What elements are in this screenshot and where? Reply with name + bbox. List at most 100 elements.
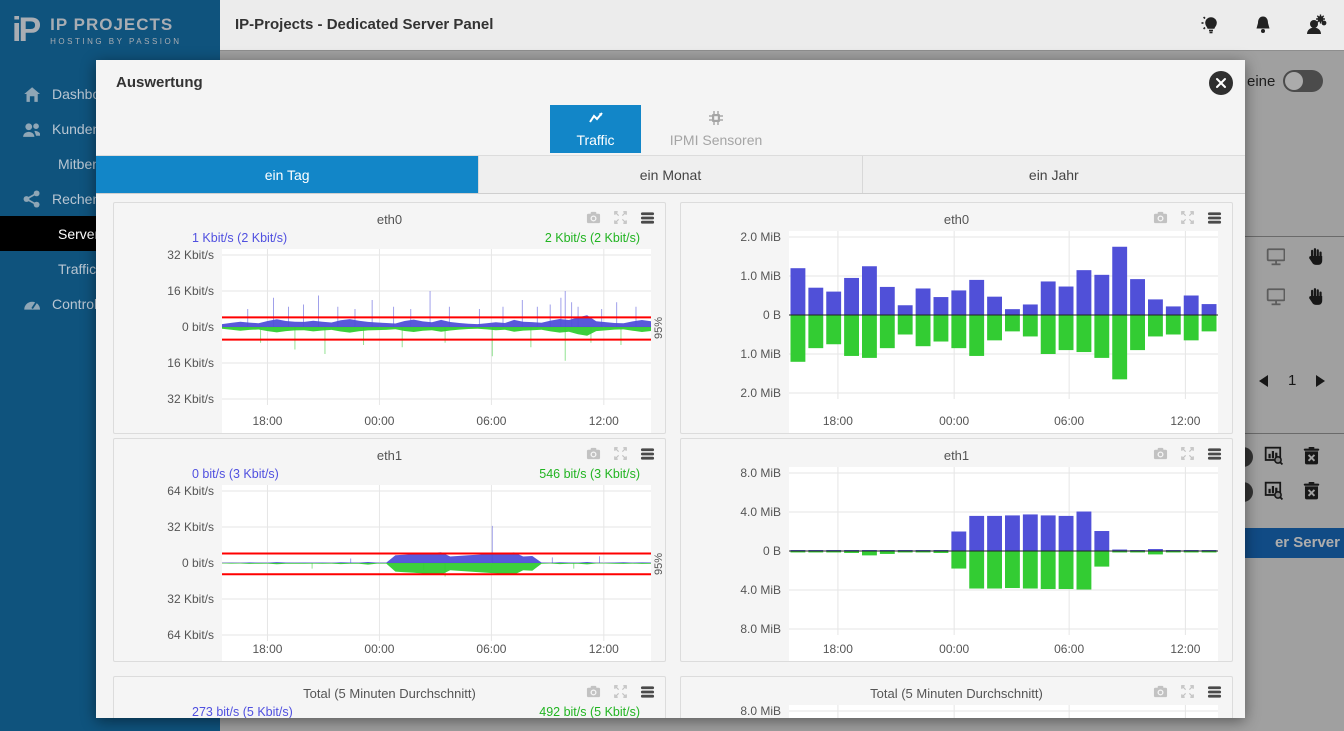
- svg-text:1.0 MiB: 1.0 MiB: [740, 347, 781, 361]
- chart-card-1: eth0 2.0 MiB1.0 MiB0 B1.0 MiB2.0 MiB18:0…: [680, 202, 1233, 434]
- camera-icon[interactable]: [586, 684, 601, 704]
- notifications-bell-icon[interactable]: [1252, 14, 1274, 36]
- svg-text:2.0 MiB: 2.0 MiB: [740, 231, 781, 244]
- menu-icon[interactable]: [640, 210, 655, 230]
- camera-icon[interactable]: [586, 446, 601, 466]
- camera-icon[interactable]: [586, 210, 601, 230]
- expand-icon[interactable]: [613, 446, 628, 466]
- period-tab-label: ein Jahr: [1029, 167, 1079, 183]
- outbound-label: 546 bit/s (3 Kbit/s): [539, 467, 640, 481]
- svg-text:32 Kbit/s: 32 Kbit/s: [167, 249, 214, 262]
- svg-text:06:00: 06:00: [1054, 642, 1084, 656]
- svg-text:2.0 MiB: 2.0 MiB: [740, 386, 781, 400]
- svg-text:8.0 MiB: 8.0 MiB: [740, 467, 781, 480]
- chart-header: eth0: [114, 203, 665, 231]
- chart-header: eth0: [681, 203, 1232, 231]
- chart-card-2: eth1 0 bit/s (3 Kbit/s) 546 bit/s (3 Kbi…: [113, 438, 666, 662]
- svg-text:12:00: 12:00: [1170, 414, 1200, 428]
- inbound-label: 273 bit/s (5 Kbit/s): [192, 705, 293, 718]
- tab-label: Traffic: [576, 132, 614, 148]
- svg-text:18:00: 18:00: [823, 414, 853, 428]
- svg-text:06:00: 06:00: [476, 414, 506, 428]
- svg-text:4.0 MiB: 4.0 MiB: [740, 505, 781, 519]
- period-tab-ein-Monat[interactable]: ein Monat: [479, 156, 862, 193]
- inbound-label: 0 bit/s (3 Kbit/s): [192, 467, 279, 481]
- svg-text:8.0 MiB: 8.0 MiB: [740, 705, 781, 718]
- tab-label: IPMI Sensoren: [670, 132, 763, 148]
- period-tab-ein-Jahr[interactable]: ein Jahr: [863, 156, 1245, 193]
- tab-traffic[interactable]: Traffic: [550, 105, 641, 153]
- chart-plot[interactable]: 32 Kbit/s 16 Kbit/s 0 bit/s 16 Kbit/s 32 Kbi…: [114, 249, 665, 433]
- chart-header: eth1: [114, 439, 665, 467]
- chart-card-5: Total (5 Minuten Durchschnitt) 8.0 MiB4.…: [680, 676, 1233, 718]
- svg-text:06:00: 06:00: [476, 642, 506, 656]
- chart-plot[interactable]: 2.0 MiB1.0 MiB0 B1.0 MiB2.0 MiB18:0000:0…: [681, 231, 1232, 433]
- svg-text:0 bit/s: 0 bit/s: [182, 556, 214, 570]
- chart-title: eth1: [681, 448, 1232, 463]
- svg-text:12:00: 12:00: [589, 414, 619, 428]
- chart-header: eth1: [681, 439, 1232, 467]
- chart-plot[interactable]: 64 Kbit/s32 Kbit/s0 bit/s32 Kbit/s64 Kbi…: [114, 485, 665, 661]
- outbound-label: 492 bit/s (5 Kbit/s): [539, 705, 640, 718]
- camera-icon[interactable]: [1153, 684, 1168, 704]
- chart-title: Total (5 Minuten Durchschnitt): [114, 686, 665, 701]
- menu-icon[interactable]: [640, 446, 655, 466]
- line-chart-icon: [588, 110, 604, 129]
- svg-text:00:00: 00:00: [364, 414, 394, 428]
- sidebar-item-label: Server: [58, 226, 99, 242]
- svg-text:12:00: 12:00: [1170, 642, 1200, 656]
- logo-mark: iP: [12, 11, 38, 50]
- expand-icon[interactable]: [1180, 210, 1195, 230]
- svg-text:16 Kbit/s: 16 Kbit/s: [167, 356, 214, 370]
- svg-text:00:00: 00:00: [939, 642, 969, 656]
- logo[interactable]: iP IP PROJECTS HOSTING BY PASSION: [0, 0, 220, 60]
- chart-io-labels: 273 bit/s (5 Kbit/s) 492 bit/s (5 Kbit/s…: [114, 705, 665, 718]
- svg-text:32 Kbit/s: 32 Kbit/s: [167, 392, 214, 406]
- idea-bulb-icon[interactable]: [1200, 14, 1222, 36]
- expand-icon[interactable]: [1180, 446, 1195, 466]
- svg-text:64 Kbit/s: 64 Kbit/s: [167, 485, 214, 498]
- inbound-label: 1 Kbit/s (2 Kbit/s): [192, 231, 287, 245]
- menu-icon[interactable]: [1207, 210, 1222, 230]
- close-icon[interactable]: [1209, 71, 1233, 95]
- tab-ipmi-sensoren[interactable]: IPMI Sensoren: [641, 105, 791, 153]
- menu-icon[interactable]: [1207, 684, 1222, 704]
- chart-plot[interactable]: 8.0 MiB4.0 MiB0 B4.0 MiB8.0 MiB18:0000:0…: [681, 705, 1232, 718]
- svg-text:12:00: 12:00: [589, 642, 619, 656]
- expand-icon[interactable]: [613, 210, 628, 230]
- period-tab-ein-Tag[interactable]: ein Tag: [96, 156, 479, 193]
- chart-title: eth0: [681, 212, 1232, 227]
- svg-text:18:00: 18:00: [252, 642, 282, 656]
- chart-io-labels: 1 Kbit/s (2 Kbit/s) 2 Kbit/s (2 Kbit/s): [114, 231, 665, 249]
- share-icon: [22, 190, 40, 208]
- logo-brand: IP PROJECTS: [50, 15, 181, 35]
- camera-icon[interactable]: [1153, 446, 1168, 466]
- outbound-label: 2 Kbit/s (2 Kbit/s): [545, 231, 640, 245]
- sidebar-item-label: Kunden: [52, 121, 100, 137]
- expand-icon[interactable]: [1180, 684, 1195, 704]
- menu-icon[interactable]: [640, 684, 655, 704]
- svg-text:00:00: 00:00: [939, 414, 969, 428]
- expand-icon[interactable]: [613, 684, 628, 704]
- svg-text:06:00: 06:00: [1054, 414, 1084, 428]
- user-settings-icon[interactable]: [1304, 14, 1326, 36]
- chart-title: Total (5 Minuten Durchschnitt): [681, 686, 1232, 701]
- chart-plot[interactable]: 8.0 MiB4.0 MiB0 B4.0 MiB8.0 MiB18:0000:0…: [681, 467, 1232, 661]
- logo-tagline: HOSTING BY PASSION: [50, 37, 181, 46]
- app-title: IP-Projects - Dedicated Server Panel: [235, 0, 493, 50]
- svg-text:8.0 MiB: 8.0 MiB: [740, 622, 781, 636]
- camera-icon[interactable]: [1153, 210, 1168, 230]
- chart-header: Total (5 Minuten Durchschnitt): [681, 677, 1232, 705]
- chip-icon: [708, 110, 724, 129]
- home-icon: [22, 85, 40, 103]
- chart-card-0: eth0 1 Kbit/s (2 Kbit/s) 2 Kbit/s (2 Kbi…: [113, 202, 666, 434]
- svg-text:16 Kbit/s: 16 Kbit/s: [167, 284, 214, 298]
- svg-text:18:00: 18:00: [252, 414, 282, 428]
- chart-header: Total (5 Minuten Durchschnitt): [114, 677, 665, 705]
- period-tab-label: ein Tag: [265, 167, 310, 183]
- svg-text:64 Kbit/s: 64 Kbit/s: [167, 628, 214, 642]
- chart-card-3: eth1 8.0 MiB4.0 MiB0 B4.0 MiB8.0 MiB18:0…: [680, 438, 1233, 662]
- menu-icon[interactable]: [1207, 446, 1222, 466]
- modal-title: Auswertung: [116, 74, 203, 91]
- svg-text:0 bit/s: 0 bit/s: [182, 320, 214, 334]
